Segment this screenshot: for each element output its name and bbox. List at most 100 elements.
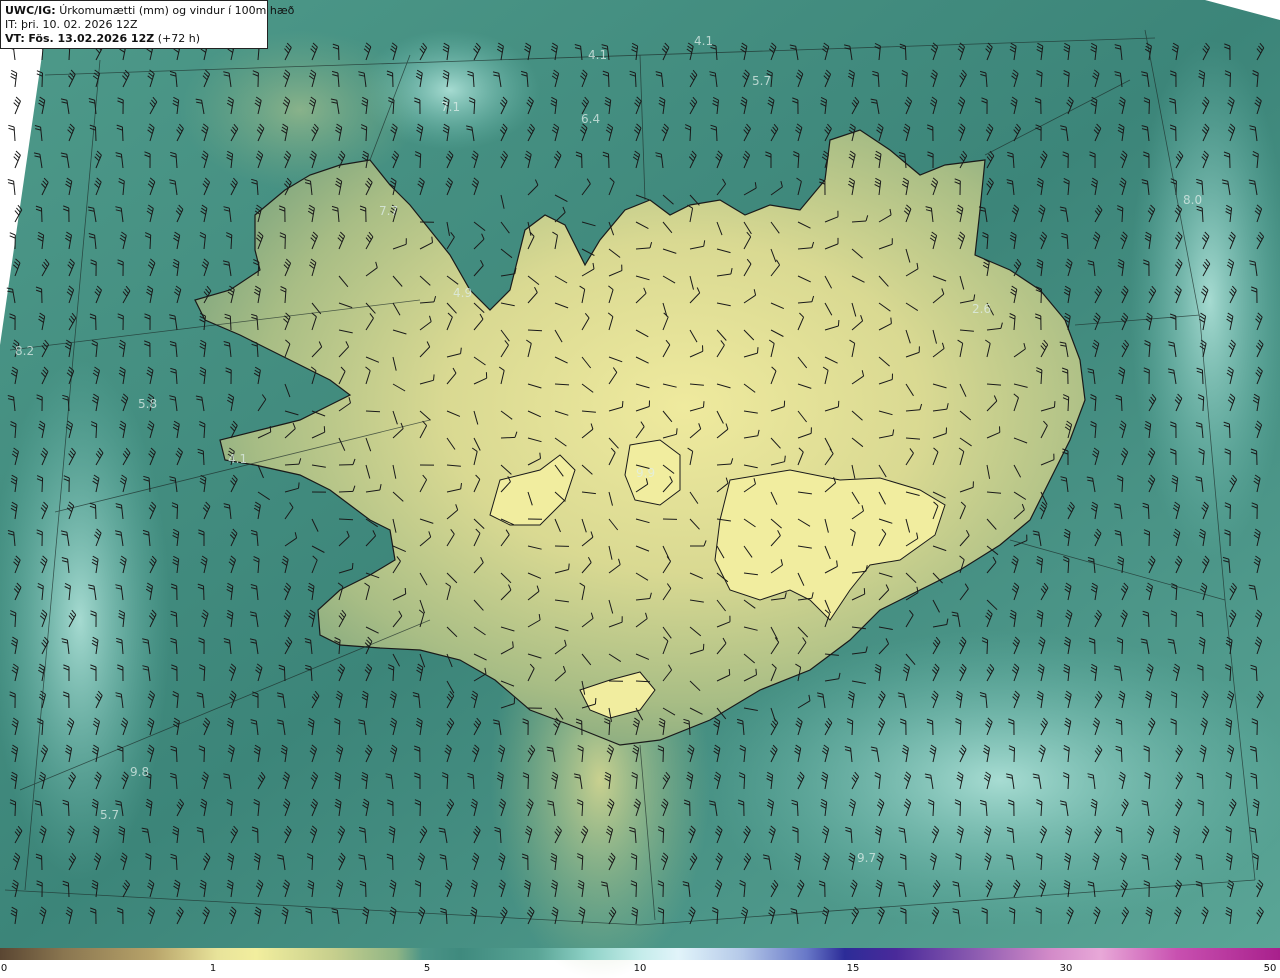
wind-barb-staff bbox=[1148, 99, 1150, 115]
wind-barb-staff bbox=[419, 153, 422, 169]
wind-barb-staff bbox=[365, 882, 367, 898]
wind-barb-staff bbox=[67, 801, 70, 817]
wind-barb-staff bbox=[175, 612, 178, 628]
wind-barb-feather bbox=[15, 150, 21, 156]
wind-barb-staff bbox=[634, 72, 637, 88]
valid-time-row: VT: Fös. 13.02.2026 12Z (+72 h) bbox=[5, 32, 263, 46]
wind-barb-staff bbox=[41, 207, 43, 223]
issue-time: IT: þri. 10. 02. 2026 12Z bbox=[5, 18, 138, 31]
wind-barb-feather bbox=[568, 563, 570, 570]
wind-barb-staff bbox=[662, 909, 665, 925]
colorbar-tick: 15 bbox=[846, 963, 860, 974]
wind-barb-staff bbox=[13, 126, 16, 142]
map-number: 8.2 bbox=[15, 344, 34, 358]
wind-barb-feather bbox=[784, 455, 786, 462]
wind-barb-feather bbox=[15, 96, 21, 102]
colorbar-tick: 10 bbox=[633, 963, 647, 974]
wind-barb-feather bbox=[404, 587, 407, 595]
wind-barb-feather bbox=[703, 401, 705, 408]
wind-barb-staff bbox=[14, 801, 17, 817]
wind-barb-feather bbox=[676, 428, 678, 435]
wind-barb-staff bbox=[743, 774, 746, 790]
wind-barb-staff bbox=[796, 801, 799, 817]
map-number: 7.1 bbox=[441, 100, 460, 114]
map-number: 4.9 bbox=[453, 286, 472, 300]
wind-barb-staff bbox=[1228, 423, 1231, 439]
map-number: 6.4 bbox=[581, 112, 600, 126]
wind-barb-staff bbox=[1148, 531, 1150, 547]
wind-barb-staff bbox=[635, 855, 638, 871]
wind-barb-feather bbox=[7, 182, 15, 185]
wind-barb-staff bbox=[41, 477, 44, 493]
wind-barb-staff bbox=[608, 153, 610, 169]
wind-barb-feather bbox=[594, 698, 597, 705]
map-number: 8.0 bbox=[1183, 193, 1202, 207]
wind-barb-staff bbox=[1147, 504, 1150, 520]
wind-barb-staff bbox=[203, 585, 205, 601]
wind-barb-staff bbox=[500, 436, 516, 439]
wind-barb-feather bbox=[9, 232, 16, 236]
wind-barb-staff bbox=[419, 801, 421, 817]
valid-label: VT: bbox=[5, 32, 25, 45]
wind-barb-staff bbox=[1201, 369, 1204, 385]
wind-barb-staff bbox=[904, 45, 907, 61]
wind-barb-staff bbox=[229, 315, 232, 331]
map-number: 5.7 bbox=[100, 808, 119, 822]
wind-barb-feather bbox=[728, 668, 731, 676]
wind-barb-staff bbox=[689, 126, 692, 142]
map-number: 4.1 bbox=[228, 452, 247, 466]
wind-barb-staff bbox=[1175, 693, 1178, 709]
wind-barb-feather bbox=[10, 72, 17, 77]
wind-barb-staff bbox=[851, 720, 854, 736]
wind-barb-feather bbox=[431, 236, 433, 243]
wind-barb-staff bbox=[1201, 612, 1204, 628]
map-number: 5.7 bbox=[752, 74, 771, 88]
map-number: 4.1 bbox=[588, 48, 607, 62]
wind-barb-staff bbox=[338, 490, 354, 493]
wind-barb-staff bbox=[365, 126, 368, 142]
map-title: Úrkomumætti (mm) og vindur í 100m hæð bbox=[59, 4, 295, 17]
wind-barb-feather bbox=[539, 452, 541, 459]
wind-barb-staff bbox=[662, 828, 665, 844]
valid-time: Fös. 13.02.2026 12Z bbox=[28, 32, 155, 45]
wind-barb-staff bbox=[986, 639, 989, 655]
wind-barb-staff bbox=[1229, 72, 1231, 88]
wind-barb-staff bbox=[95, 504, 97, 520]
wind-barb-feather bbox=[890, 317, 892, 324]
wind-barb-staff bbox=[1040, 288, 1042, 304]
colorbar bbox=[0, 948, 1280, 960]
wind-barb-feather bbox=[14, 153, 20, 159]
wind-barb-feather bbox=[837, 320, 840, 327]
wind-barb-staff bbox=[715, 126, 718, 142]
wind-barb-feather bbox=[13, 156, 19, 162]
wind-barb-feather bbox=[13, 102, 19, 108]
wind-barb-staff bbox=[95, 126, 97, 142]
weather-map[interactable]: 4.1 4.1 5.7 7.1 6.4 7.7 4.9 8.0 2.6 8.2 … bbox=[0, 0, 1280, 978]
wind-barb-feather bbox=[351, 562, 354, 570]
wind-barb-staff bbox=[1121, 720, 1123, 736]
wind-barb-staff bbox=[13, 181, 16, 196]
product-code: UWC/IG: bbox=[5, 4, 56, 17]
wind-barb-staff bbox=[392, 855, 394, 871]
map-number: 9.9 bbox=[636, 466, 655, 480]
map-number: 5.8 bbox=[138, 397, 157, 411]
wind-barb-staff bbox=[203, 747, 205, 763]
wind-barb-staff bbox=[1201, 774, 1204, 790]
wind-barb-feather bbox=[433, 374, 435, 381]
colorbar-tick: 5 bbox=[423, 963, 431, 974]
wind-barb-staff bbox=[1147, 612, 1150, 628]
wind-barb-staff bbox=[635, 882, 637, 898]
wind-barb-feather bbox=[11, 69, 17, 74]
wind-barb-staff bbox=[1067, 396, 1070, 412]
wind-barb-staff bbox=[1121, 639, 1124, 655]
wind-barb-feather bbox=[621, 401, 624, 408]
map-info-box: UWC/IG: Úrkomumætti (mm) og vindur í 100… bbox=[0, 0, 294, 49]
wind-barb-feather bbox=[512, 641, 514, 648]
wind-barb-staff bbox=[41, 72, 43, 88]
wind-barb-feather bbox=[298, 482, 300, 489]
title-row: UWC/IG: Úrkomumætti (mm) og vindur í 100… bbox=[5, 4, 294, 18]
wind-barb-staff bbox=[1120, 747, 1123, 763]
wind-barb-staff bbox=[202, 450, 205, 466]
wind-barb-staff bbox=[338, 45, 340, 61]
wind-barb-staff bbox=[67, 882, 70, 898]
